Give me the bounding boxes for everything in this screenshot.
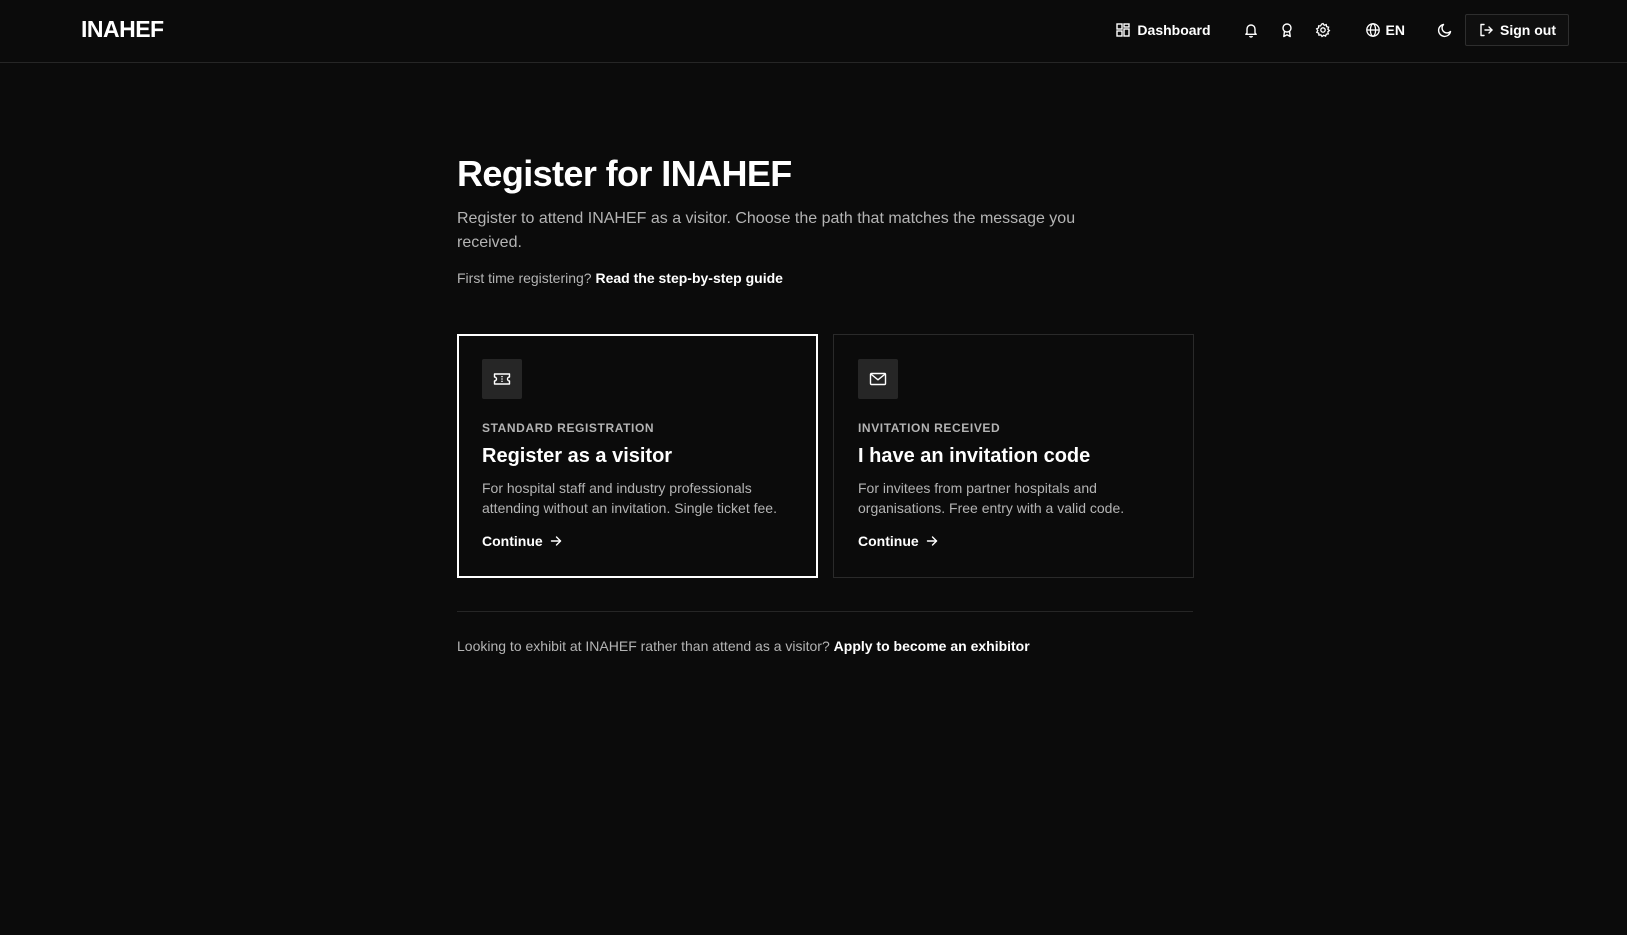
exhibitor-link[interactable]: Apply to become an exhibitor: [834, 638, 1030, 654]
gear-icon: [1315, 22, 1331, 38]
mail-icon: [858, 359, 898, 399]
dashboard-icon: [1115, 22, 1131, 38]
card-eyebrow: STANDARD REGISTRATION: [482, 421, 655, 435]
registration-main: Register for INAHEF Register to attend I…: [457, 152, 1194, 654]
theme-toggle[interactable]: [1431, 14, 1459, 46]
card-description: For invitees from partner hospitals and …: [858, 480, 1125, 516]
language-label: EN: [1385, 22, 1405, 38]
award-icon: [1279, 22, 1295, 38]
ticket-icon: [482, 359, 522, 399]
guide-prefix: First time registering?: [457, 270, 592, 287]
arrow-right-icon: [550, 536, 561, 546]
arrow-right-icon: [926, 536, 937, 546]
guide-line: First time registering? Read the step-by…: [457, 270, 1193, 286]
continue-label: Continue: [858, 533, 919, 549]
continue-link[interactable]: Continue: [482, 533, 793, 549]
divider: [457, 611, 1193, 612]
guide-link[interactable]: Read the step-by-step guide: [595, 270, 782, 286]
header-actions: Dashboard EN Sign out: [1115, 14, 1569, 46]
card-title: I have an invitation code: [858, 445, 1091, 467]
card-title: Register as a visitor: [482, 445, 673, 467]
continue-link[interactable]: Continue: [858, 533, 1169, 549]
dashboard-button[interactable]: Dashboard: [1115, 14, 1211, 46]
globe-icon: [1365, 22, 1381, 38]
notifications-button[interactable]: [1237, 14, 1265, 46]
page-title: Register for INAHEF: [457, 153, 792, 194]
achievements-button[interactable]: [1273, 14, 1301, 46]
moon-icon: [1437, 22, 1453, 38]
exhibitor-line: Looking to exhibit at INAHEF rather than…: [457, 638, 1030, 654]
exhibitor-prefix: Looking to exhibit at INAHEF rather than…: [457, 638, 830, 654]
sign-out-button[interactable]: Sign out: [1465, 14, 1569, 46]
card-eyebrow: INVITATION RECEIVED: [858, 421, 1001, 435]
page-description: Register to attend INAHEF as a visitor. …: [457, 210, 1076, 252]
registration-options: STANDARD REGISTRATION Register as a visi…: [457, 334, 1194, 578]
card-description: For hospital staff and industry professi…: [482, 480, 777, 516]
invitation-code-card[interactable]: INVITATION RECEIVED I have an invitation…: [833, 334, 1194, 578]
top-navigation-bar: INAHEF Dashboard EN Sign out: [0, 0, 1627, 63]
sign-out-icon: [1478, 22, 1494, 38]
continue-label: Continue: [482, 533, 543, 549]
visitor-registration-card[interactable]: STANDARD REGISTRATION Register as a visi…: [457, 334, 818, 578]
bell-icon: [1243, 22, 1259, 38]
dashboard-label: Dashboard: [1137, 22, 1211, 38]
logo[interactable]: INAHEF: [81, 16, 164, 43]
language-selector[interactable]: EN: [1365, 14, 1405, 46]
settings-button[interactable]: [1309, 14, 1337, 46]
sign-out-label: Sign out: [1500, 22, 1556, 38]
